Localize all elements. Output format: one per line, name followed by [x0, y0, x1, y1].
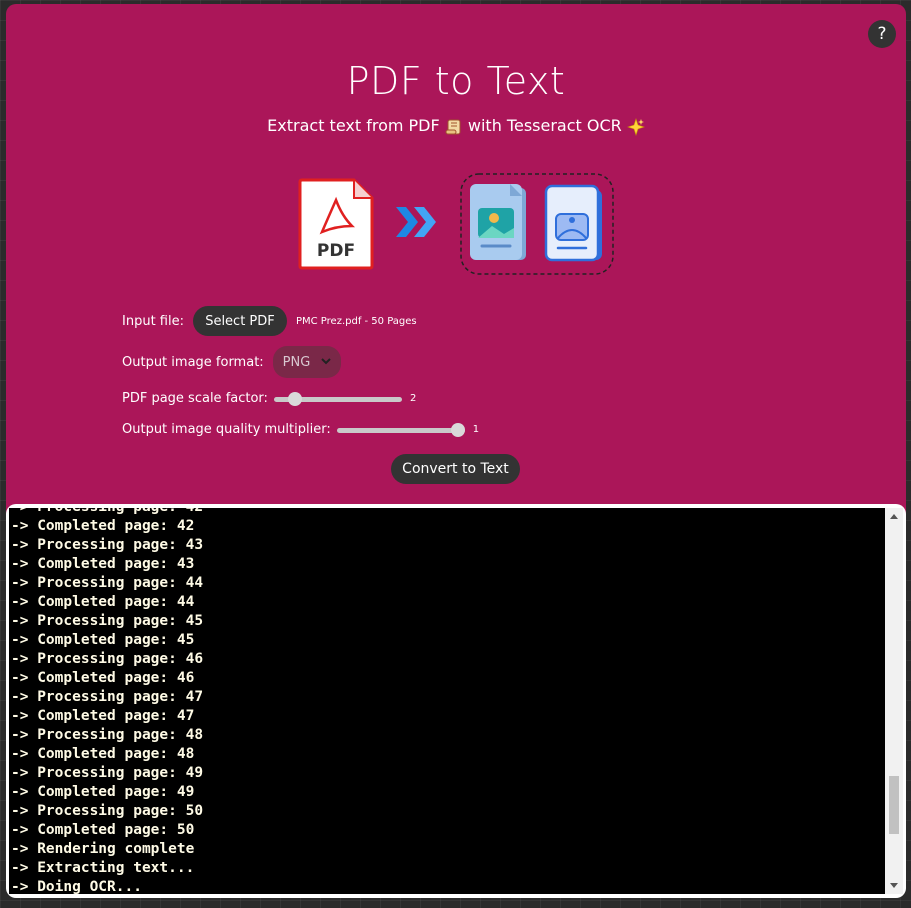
- conversion-illustration: PDF: [298, 173, 614, 275]
- scale-slider[interactable]: [273, 391, 402, 406]
- console-line: -> Processing page: 47: [11, 689, 204, 705]
- console-line: -> Completed page: 44: [11, 594, 195, 610]
- double-chevron-icon: [396, 207, 436, 237]
- quality-slider[interactable]: [336, 422, 465, 437]
- quality-slider-track: [336, 427, 465, 433]
- console-line: -> Processing page: 42: [11, 508, 881, 517]
- console-line: -> Doing OCR...: [11, 879, 142, 894]
- console-frame: -> Processing page: 42-> Completed page:…: [6, 504, 906, 898]
- page-title: PDF to Text: [346, 59, 566, 103]
- console-line: -> Completed page: 46: [11, 670, 195, 686]
- chevron-down-icon: [320, 358, 331, 365]
- console-output[interactable]: -> Processing page: 42-> Completed page:…: [9, 508, 903, 894]
- console-line: -> Processing page: 46: [11, 651, 204, 667]
- scale-row: PDF page scale factor: 2: [122, 391, 416, 406]
- sparkles-icon: [626, 117, 645, 136]
- scrollbar-thumb[interactable]: [889, 776, 899, 834]
- quality-label: Output image quality multiplier:: [122, 422, 331, 437]
- console-line: -> Completed page: 45: [11, 632, 195, 648]
- console-line: -> Completed page: 47: [11, 708, 195, 724]
- select-pdf-button[interactable]: Select PDF: [192, 306, 287, 336]
- pdf-file-icon: PDF: [298, 178, 374, 270]
- output-format-value: PNG: [282, 354, 311, 370]
- page-subtitle: Extract text from PDF with Tesseract OCR: [6, 116, 906, 136]
- console-line: -> Processing page: 44: [11, 575, 204, 591]
- image-file-icon: [470, 184, 526, 260]
- quality-row: Output image quality multiplier: 1: [122, 422, 479, 437]
- scale-value: 2: [409, 393, 417, 404]
- scale-label: PDF page scale factor:: [122, 391, 268, 406]
- selected-file-info: PMC Prez.pdf - 50 Pages: [295, 315, 417, 327]
- main-panel: ? PDF to Text Extract text from PDF with…: [6, 4, 906, 524]
- output-format-select[interactable]: PNG: [272, 346, 341, 378]
- console-scrollbar[interactable]: [885, 508, 903, 894]
- console-line: -> Processing page: 49: [11, 765, 204, 781]
- console-line: -> Processing page: 43: [11, 537, 204, 553]
- help-button[interactable]: ?: [868, 20, 896, 48]
- console-line: -> Extracting text...: [11, 860, 195, 876]
- console-line: -> Completed page: 50: [11, 822, 195, 838]
- quality-value: 1: [472, 424, 480, 435]
- scroll-down-arrow-icon[interactable]: [890, 883, 898, 888]
- scale-slider-thumb[interactable]: [287, 391, 302, 406]
- console-line: -> Processing page: 50: [11, 803, 204, 819]
- console-line: -> Processing page: 45: [11, 613, 204, 629]
- pdf-icon-label: PDF: [317, 241, 355, 261]
- console-line: -> Processing page: 48: [11, 727, 204, 743]
- convert-to-text-button[interactable]: Convert to Text: [391, 454, 520, 484]
- input-file-label: Input file:: [122, 313, 184, 329]
- scroll-up-arrow-icon[interactable]: [890, 514, 898, 519]
- quality-slider-thumb[interactable]: [450, 422, 465, 437]
- console-line: -> Completed page: 49: [11, 784, 195, 800]
- console-line: -> Completed page: 42: [11, 518, 195, 534]
- output-format-label: Output image format:: [122, 354, 264, 370]
- console-line: -> Rendering complete: [11, 841, 195, 857]
- console-line: -> Completed page: 48: [11, 746, 195, 762]
- input-file-row: Input file: Select PDF PMC Prez.pdf - 50…: [122, 306, 417, 336]
- console-log: -> Processing page: 42-> Completed page:…: [11, 508, 881, 894]
- subtitle-text-1: Extract text from PDF: [267, 116, 445, 135]
- output-format-row: Output image format: PNG: [122, 346, 341, 378]
- console-line: -> Completed page: 43: [11, 556, 195, 572]
- subtitle-text-2: with Tesseract OCR: [462, 116, 627, 135]
- scroll-icon: [445, 119, 461, 134]
- image-stack-icon: [544, 184, 602, 262]
